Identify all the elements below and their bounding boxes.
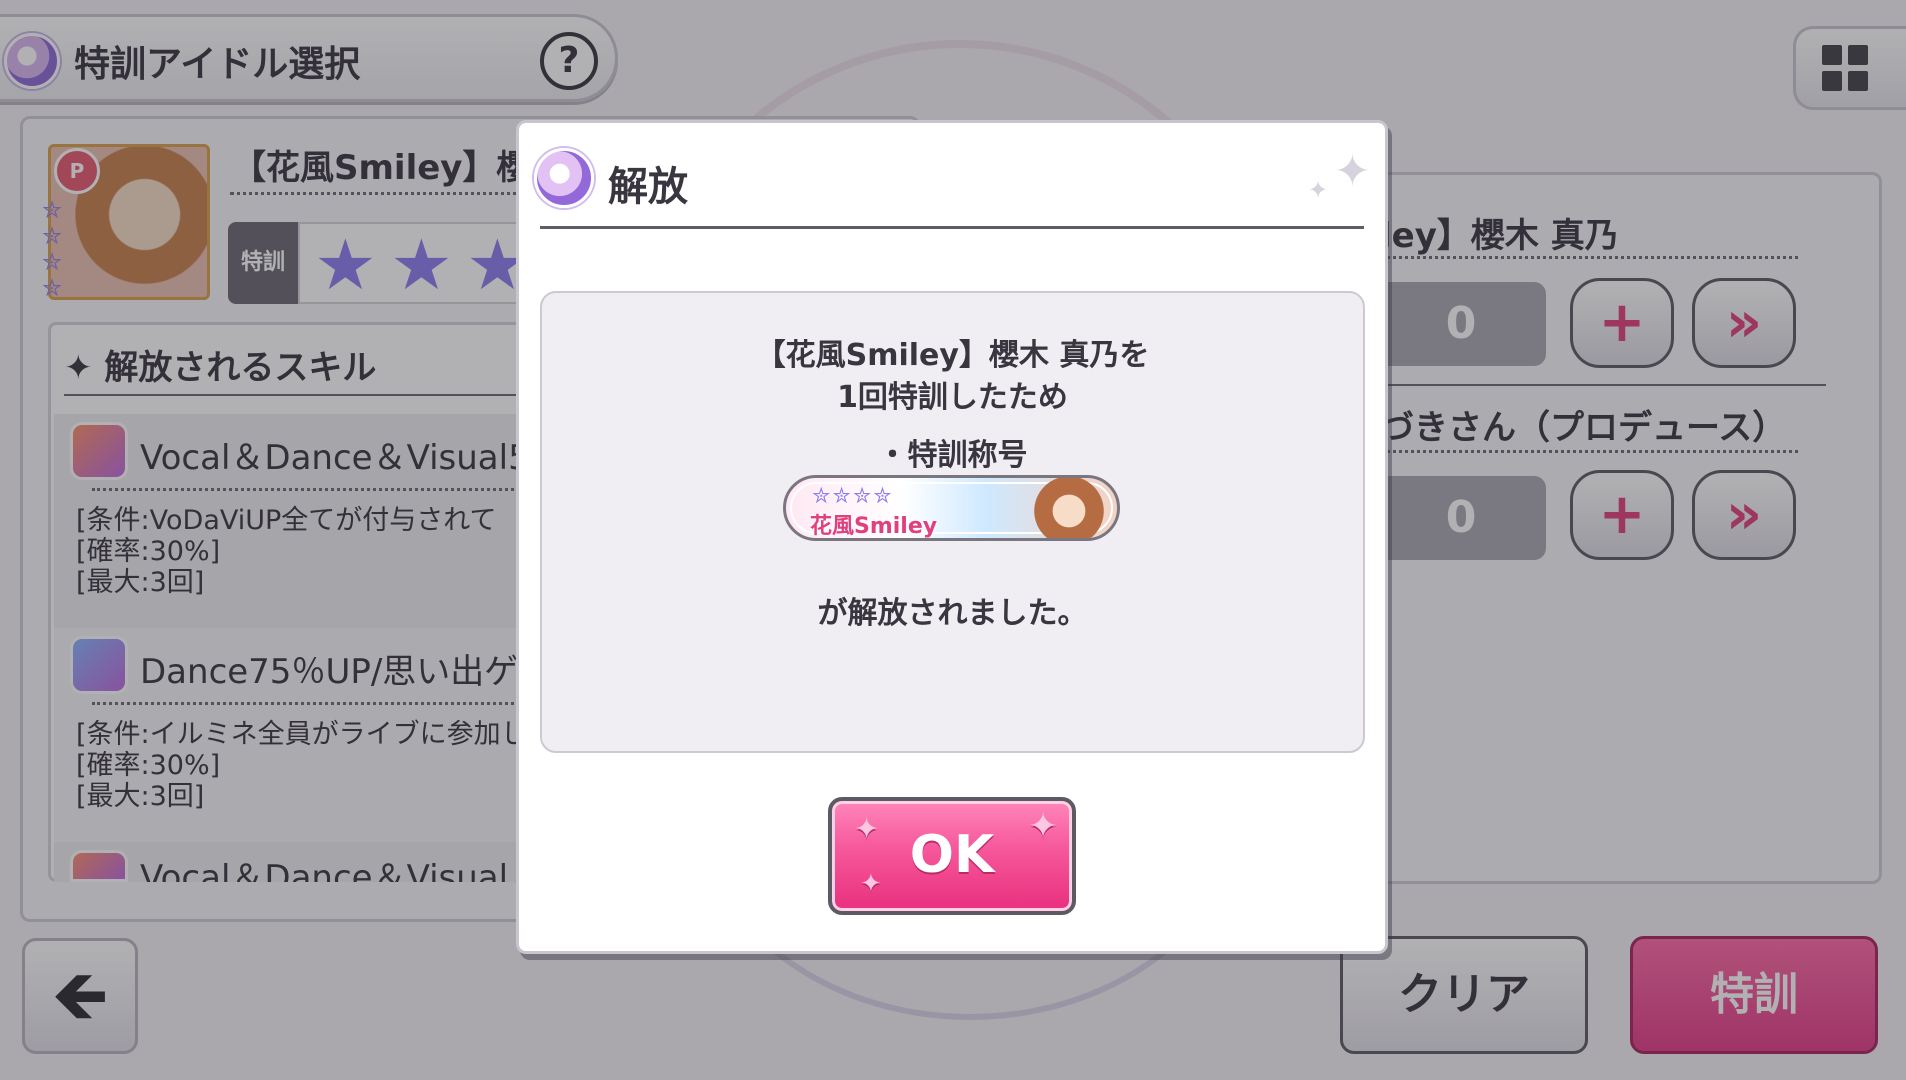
sparkle-icon: ✦ bbox=[860, 869, 882, 899]
plate-title-text: 花風Smiley bbox=[810, 514, 938, 539]
sparkle-icon: ✦ bbox=[1028, 806, 1059, 847]
sparkle-icon: ✦ bbox=[1308, 176, 1329, 204]
dialog-divider bbox=[540, 226, 1364, 229]
reward-type-label: ・特訓称号 bbox=[877, 438, 1028, 473]
ok-button[interactable]: ✦ ✦ ✦ OK bbox=[828, 797, 1076, 915]
idol-portrait bbox=[1022, 478, 1116, 538]
wing-emblem-icon bbox=[534, 148, 594, 208]
message-line: 【花風Smiley】櫻木 真乃を bbox=[755, 338, 1150, 373]
tokkun-title-plate: ✮✮✮✮ 花風Smiley bbox=[783, 475, 1120, 541]
message-line: が解放されました。 bbox=[817, 596, 1088, 631]
sparkle-icon: ✦ bbox=[1334, 146, 1371, 197]
sparkle-icon: ✦ bbox=[854, 812, 880, 847]
message-line: 1回特訓したため bbox=[837, 380, 1068, 415]
ok-label: OK bbox=[909, 825, 995, 885]
plate-star-icons: ✮✮✮✮ bbox=[812, 484, 894, 509]
dialog-title: 解放 bbox=[608, 164, 688, 210]
